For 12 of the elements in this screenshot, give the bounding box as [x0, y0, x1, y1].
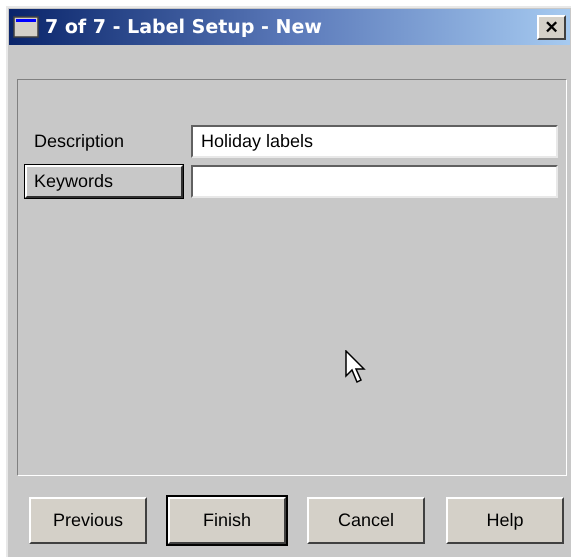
window-title: 7 of 7 - Label Setup - New: [45, 14, 322, 40]
text-field[interactable]: [191, 165, 558, 198]
text-field[interactable]: Holiday labels: [191, 125, 558, 158]
field-label: Description: [33, 130, 126, 153]
dialog-button[interactable]: Cancel: [307, 497, 425, 544]
dialog-button[interactable]: Previous: [29, 497, 147, 544]
close-button[interactable]: ✕: [537, 14, 566, 40]
window-icon: [13, 16, 39, 38]
dialog-button[interactable]: Help: [446, 497, 564, 544]
keywords-button[interactable]: Keywords: [25, 165, 183, 198]
mouse-pointer-icon: [345, 350, 367, 386]
dialog-button[interactable]: Finish: [168, 497, 286, 544]
